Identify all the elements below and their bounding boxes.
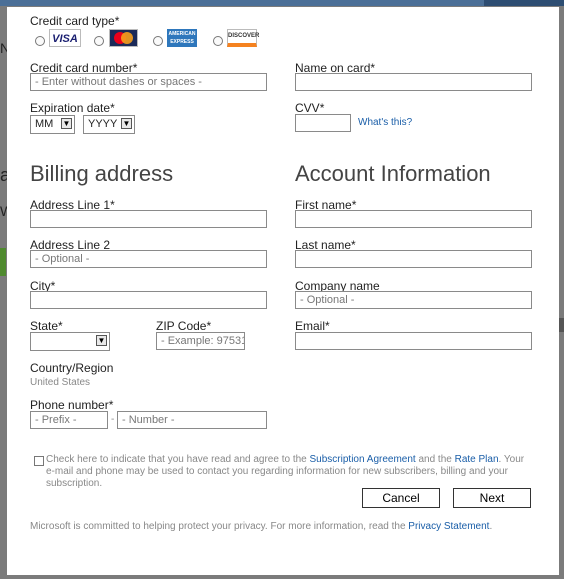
address2-input[interactable]: - Optional -: [30, 250, 267, 268]
expiration-year-select[interactable]: YYYY ▼: [83, 115, 135, 134]
visa-radio[interactable]: [35, 36, 45, 46]
whats-this-link[interactable]: What's this?: [358, 117, 412, 128]
backdrop-edge-letter: N: [0, 40, 11, 56]
payment-dialog: Credit card type* VISA AMERICAN EXPRESS …: [7, 7, 559, 575]
country-value: United States: [30, 377, 91, 388]
discover-card-icon: DISCOVER: [227, 29, 259, 47]
card-number-input[interactable]: - Enter without dashes or spaces -: [30, 73, 267, 91]
backdrop-green-tab: [0, 248, 6, 276]
mastercard-card-icon: [109, 29, 138, 47]
backdrop-edge-letter: W: [0, 203, 13, 219]
expiration-month-select[interactable]: MM ▼: [30, 115, 75, 134]
subscription-agreement-link[interactable]: Subscription Agreement: [310, 454, 416, 465]
privacy-notice: Microsoft is committed to helping protec…: [30, 521, 493, 532]
first-name-input[interactable]: [295, 210, 532, 228]
backdrop-topbar: [0, 0, 564, 6]
billing-heading: Billing address: [30, 161, 174, 186]
state-select[interactable]: ▼: [30, 332, 110, 351]
company-input[interactable]: - Optional -: [295, 291, 532, 309]
email-input[interactable]: [295, 332, 532, 350]
next-button[interactable]: Next: [453, 488, 531, 508]
privacy-statement-link[interactable]: Privacy Statement: [408, 521, 489, 532]
mastercard-radio[interactable]: [94, 36, 104, 46]
month-value: MM: [35, 118, 54, 130]
name-on-card-input[interactable]: [295, 73, 532, 91]
city-input[interactable]: [30, 291, 267, 309]
cancel-button[interactable]: Cancel: [362, 488, 440, 508]
cvv-label: CVV*: [295, 101, 325, 115]
phone-prefix-input[interactable]: - Prefix -: [30, 411, 108, 429]
last-name-input[interactable]: [295, 250, 532, 268]
agreement-text: Check here to indicate that you have rea…: [46, 454, 525, 489]
account-heading: Account Information: [295, 161, 491, 186]
country-label: Country/Region: [30, 361, 114, 375]
zip-input[interactable]: - Example: 97531 -: [156, 332, 245, 350]
phone-number-input[interactable]: - Number -: [117, 411, 267, 429]
expiration-label: Expiration date*: [30, 101, 115, 115]
chevron-down-icon: ▼: [121, 118, 132, 129]
state-label: State*: [30, 319, 63, 333]
amex-radio[interactable]: [153, 36, 163, 46]
phone-label: Phone number*: [30, 398, 114, 412]
phone-separator: -: [111, 414, 115, 425]
rate-plan-link[interactable]: Rate Plan: [455, 454, 499, 465]
backdrop-edge-letter: a: [0, 165, 11, 185]
email-label: Email*: [295, 319, 330, 333]
backdrop-topbar-block: [484, 0, 564, 6]
chevron-down-icon: ▼: [96, 335, 107, 346]
visa-card-icon: VISA: [49, 29, 81, 47]
mastercard-logo: [114, 32, 133, 44]
card-type-label: Credit card type*: [30, 14, 120, 28]
discover-radio[interactable]: [213, 36, 223, 46]
year-value: YYYY: [88, 118, 118, 130]
chevron-down-icon: ▼: [61, 118, 72, 129]
address1-input[interactable]: [30, 210, 267, 228]
zip-label: ZIP Code*: [156, 319, 212, 333]
amex-card-icon: AMERICAN EXPRESS: [167, 29, 197, 47]
cvv-input[interactable]: [295, 114, 351, 132]
agreement-checkbox[interactable]: [34, 456, 44, 466]
